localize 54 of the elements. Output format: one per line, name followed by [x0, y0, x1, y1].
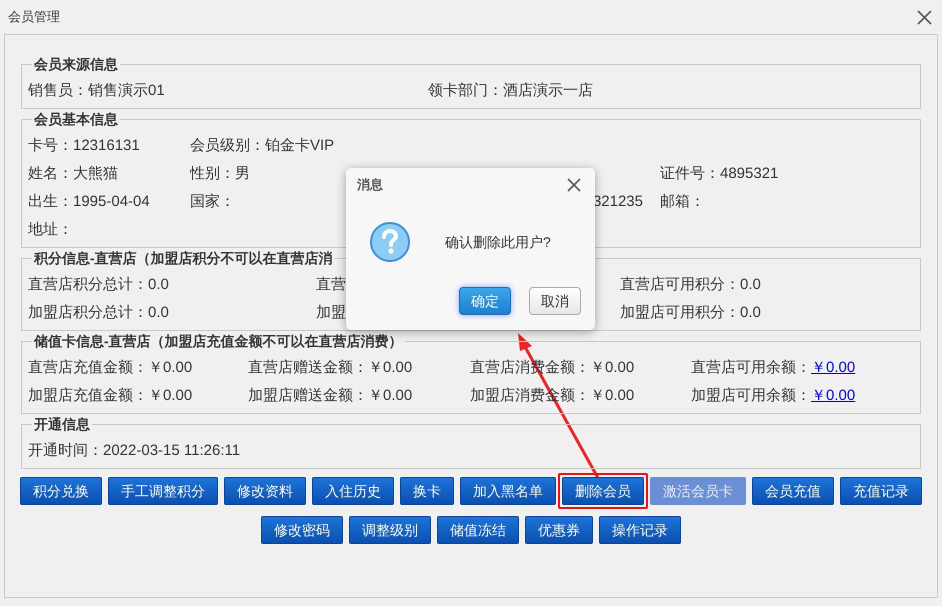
field-text: 证件号：4895321 — [660, 164, 778, 182]
field-text: 直营 — [316, 276, 346, 293]
dialog-message: 确认删除此用户? — [445, 232, 551, 252]
field-text: 会员级别：铂金卡VIP — [190, 136, 334, 154]
group-title: 储值卡信息-直营店（加盟店充值金额不可以在直营店消费） — [32, 332, 404, 350]
confirm-button[interactable]: 确定 — [459, 287, 511, 315]
field-text: 地址： — [28, 220, 73, 238]
field-text: 性别：男 — [190, 164, 250, 182]
group-title: 积分信息-直营店（加盟店积分不可以在直营店消 — [32, 249, 334, 267]
field-text: 开通时间：2022-03-15 11:26:11 — [28, 442, 240, 459]
group-title: 开通信息 — [33, 415, 91, 433]
action-button[interactable]: 换卡 — [400, 477, 454, 505]
balance-link[interactable]: ￥0.00 — [811, 386, 856, 404]
field-text: 加盟 — [316, 304, 346, 321]
question-icon — [369, 221, 411, 263]
cancel-button[interactable]: 取消 — [529, 287, 581, 315]
action-button[interactable]: 修改资料 — [224, 477, 306, 505]
group-title: 会员基本信息 — [33, 110, 119, 128]
action-button[interactable]: 会员充值 — [752, 477, 834, 505]
field-text: 加盟店可用余额： — [691, 386, 811, 404]
field-text: 直营店可用积分：0.0 — [620, 276, 761, 293]
field-text: 直营店可用余额： — [691, 358, 811, 376]
field-text: 国家： — [190, 192, 235, 210]
action-button[interactable]: 删除会员 — [562, 477, 644, 505]
group-title: 会员来源信息 — [33, 55, 119, 73]
action-button[interactable]: 充值记录 — [840, 477, 922, 505]
field-text: 领卡部门：酒店演示一店 — [428, 82, 593, 99]
field-text: 卡号：12316131 — [28, 136, 140, 154]
action-button[interactable]: 入住历史 — [312, 477, 394, 505]
field-text: 直营店积分总计：0.0 — [28, 276, 169, 293]
field-text: 321235 — [592, 192, 643, 210]
dialog-title: 消息 — [357, 176, 383, 194]
field-text: 销售员：销售演示01 — [28, 82, 165, 99]
field-text: 加盟店可用积分：0.0 — [620, 304, 761, 321]
action-button[interactable]: 加入黑名单 — [460, 477, 556, 505]
field-text: 直营店充值金额：￥0.00 — [28, 358, 192, 376]
action-button[interactable]: 优惠券 — [525, 516, 593, 544]
field-text: 邮箱： — [660, 192, 705, 210]
close-icon[interactable] — [567, 178, 581, 192]
field-text: 姓名：大熊猫 — [28, 164, 118, 182]
action-button[interactable]: 手工调整积分 — [108, 477, 218, 505]
window-title: 会员管理 — [8, 8, 60, 26]
action-button[interactable]: 操作记录 — [599, 516, 681, 544]
action-button[interactable]: 修改密码 — [261, 516, 343, 544]
field-text: 加盟店赠送金额：￥0.00 — [248, 386, 412, 404]
field-text: 出生：1995-04-04 — [28, 192, 150, 210]
close-icon[interactable] — [917, 10, 932, 24]
action-button[interactable]: 储值冻结 — [437, 516, 519, 544]
field-text: 加盟店积分总计：0.0 — [28, 304, 169, 321]
field-text: 加盟店充值金额：￥0.00 — [28, 386, 192, 404]
field-text: 直营店赠送金额：￥0.00 — [248, 358, 412, 376]
balance-link[interactable]: ￥0.00 — [811, 358, 856, 376]
action-button[interactable]: 调整级别 — [349, 516, 431, 544]
action-button[interactable]: 积分兑换 — [20, 477, 102, 505]
